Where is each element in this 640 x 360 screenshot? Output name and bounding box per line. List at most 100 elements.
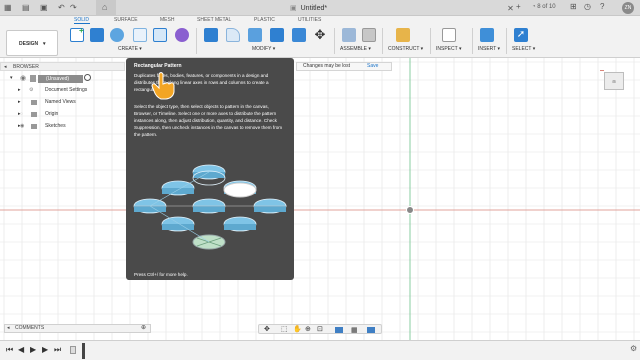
browser-title: BROWSER [13, 64, 39, 70]
workspace-switcher[interactable]: DESIGN ▾ [6, 30, 58, 56]
move-copy-icon[interactable]: ✥ [313, 28, 327, 42]
step-forward-icon[interactable]: ▶ [42, 345, 48, 354]
browser-item-label: Document Settings [45, 87, 88, 93]
document-tab[interactable]: ▣ Untitled* ✕ [290, 0, 514, 16]
timeline-filter-icon[interactable] [70, 346, 76, 354]
title-bar: ▦ ▤ ▣ ↶ ↷ ⌂ ▣ Untitled* ✕ + ◔ 8 of 10 ⊞ … [0, 0, 640, 16]
new-tab-icon[interactable]: + [516, 2, 521, 11]
zoom-icon[interactable]: ⊕ [305, 325, 311, 333]
tab-sheet-metal[interactable]: SHEET METAL [197, 16, 231, 24]
viewports-icon[interactable] [367, 327, 375, 333]
expand-icon[interactable]: ▸ [18, 98, 21, 107]
visibility-icon[interactable]: ◉ [20, 122, 24, 131]
save-button[interactable]: Save [367, 63, 378, 70]
document-title: Untitled* [300, 4, 328, 12]
insert-menu[interactable]: INSERT ▾ [478, 46, 500, 52]
combine-icon[interactable] [270, 28, 284, 42]
timeline-marker[interactable] [82, 343, 85, 359]
collapse-icon[interactable]: ◂ [4, 63, 7, 71]
form-icon[interactable] [175, 28, 189, 42]
undo-icon[interactable]: ↶ [58, 3, 65, 13]
display-settings-icon[interactable] [335, 327, 343, 333]
page-counter: ◔ 8 of 10 [532, 4, 556, 10]
rectangular-pattern-icon[interactable] [153, 28, 167, 42]
pattern-disc [133, 164, 287, 232]
canvas-grid[interactable] [0, 58, 640, 340]
grid-settings-icon[interactable]: ▦ [351, 326, 358, 334]
divider [382, 28, 383, 54]
origin-marker-icon[interactable] [406, 206, 414, 214]
expand-icon[interactable]: ▸ [18, 86, 21, 95]
inspect-menu[interactable]: INSPECT ▾ [436, 46, 462, 52]
go-to-start-icon[interactable]: ⏮ [6, 345, 13, 355]
visibility-icon[interactable]: ◉ [20, 74, 26, 82]
tab-surface[interactable]: SURFACE [114, 16, 138, 24]
redo-icon[interactable]: ↷ [70, 3, 77, 13]
document-icon: ▣ [290, 5, 297, 12]
help-icon[interactable]: ? [600, 2, 604, 11]
add-comment-icon[interactable]: ⊕ [141, 325, 146, 332]
assemble-menu[interactable]: ASSEMBLE ▾ [340, 46, 371, 52]
app-menu-icon[interactable]: ▦ [4, 3, 12, 13]
split-body-icon[interactable] [292, 28, 306, 42]
comments-panel[interactable]: ◂ COMMENTS ⊕ [4, 324, 151, 333]
pan-icon[interactable]: ✋ [293, 325, 302, 333]
browser-root[interactable]: (Unsaved) [38, 75, 83, 83]
timeline: ⏮ ◀ ▶ ▶ ⏭ ⚙ [0, 340, 640, 360]
active-component-icon[interactable] [84, 74, 91, 81]
play-icon[interactable]: ▶ [30, 345, 36, 354]
document-icon [30, 75, 36, 82]
new-component-icon[interactable] [342, 28, 356, 42]
orbit-icon[interactable]: ✥ [264, 325, 270, 333]
browser-header[interactable]: ◂ BROWSER [0, 62, 125, 71]
insert-image-icon[interactable] [480, 28, 494, 42]
offset-plane-icon[interactable] [396, 28, 410, 42]
save-icon[interactable]: ▣ [40, 3, 48, 13]
sweep-icon[interactable] [133, 28, 147, 42]
extrude-icon[interactable] [90, 28, 104, 42]
divider [196, 28, 197, 54]
divider [430, 28, 431, 54]
hidden-visibility-icon[interactable]: ◌ [20, 110, 23, 119]
home-button[interactable]: ⌂ [96, 0, 116, 16]
tab-mesh[interactable]: MESH [160, 16, 174, 24]
notifications-icon[interactable]: ◷ [584, 2, 591, 11]
changes-bar: Changes may be lost Save [296, 62, 392, 71]
toolbar: DESIGN ▾ + CREATE ▾ ✥ MODIFY ▾ ASSEMBLE … [0, 24, 640, 58]
tab-utilities[interactable]: UTILITIES [298, 16, 321, 24]
step-back-icon[interactable]: ◀ [18, 345, 24, 354]
collapse-icon[interactable]: ◂ [7, 325, 10, 332]
construct-menu[interactable]: CONSTRUCT ▾ [388, 46, 423, 52]
tooltip-instructions: Select the object type, then select obje… [134, 104, 283, 137]
fit-icon[interactable]: ⊡ [317, 325, 323, 333]
avatar[interactable]: ZN [622, 2, 634, 14]
file-icon[interactable]: ▤ [22, 3, 30, 13]
modify-menu[interactable]: MODIFY ▾ [252, 46, 275, 52]
home-icon: ⌂ [102, 2, 108, 12]
close-tab-icon[interactable]: ✕ [507, 4, 514, 13]
chevron-down-icon[interactable]: ▾ [10, 75, 13, 81]
joint-icon[interactable] [362, 28, 376, 42]
select-menu[interactable]: SELECT ▾ [512, 46, 535, 52]
measure-icon[interactable] [442, 28, 456, 42]
look-at-icon[interactable]: ⬚ [281, 325, 288, 333]
press-pull-icon[interactable] [204, 28, 218, 42]
browser-item-label: Origin [45, 111, 59, 117]
hand-cursor-icon [150, 70, 178, 100]
revolve-icon[interactable] [110, 28, 124, 42]
chevron-down-icon: ▾ [43, 41, 46, 47]
view-cube[interactable]: ⊞ [604, 72, 624, 90]
tab-plastic[interactable]: PLASTIC [254, 16, 275, 24]
fillet-icon[interactable] [226, 28, 240, 42]
browser-item-label: Sketches [45, 123, 66, 129]
select-cursor-icon[interactable]: ➚ [514, 28, 528, 42]
create-menu[interactable]: CREATE ▾ [118, 46, 142, 52]
extensions-icon[interactable]: ⊞ [570, 2, 577, 11]
create-sketch-icon[interactable]: + [70, 26, 84, 42]
browser-item-label: Named Views [45, 99, 76, 105]
timeline-settings-icon[interactable]: ⚙ [630, 344, 637, 353]
tooltip-title: Rectangular Pattern [134, 63, 182, 69]
go-to-end-icon[interactable]: ⏭ [54, 345, 61, 355]
shell-icon[interactable] [248, 28, 262, 42]
divider [506, 28, 507, 54]
